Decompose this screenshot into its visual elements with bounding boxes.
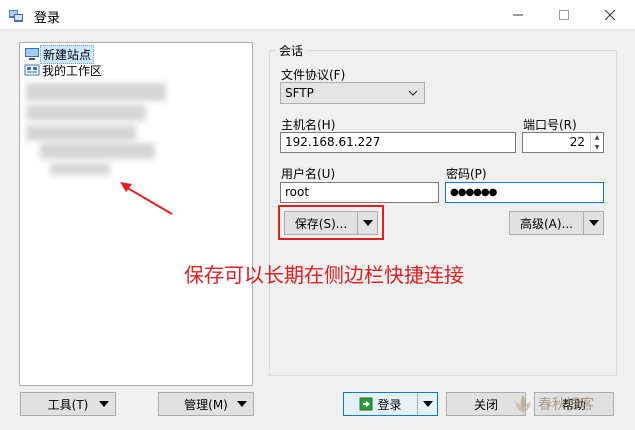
leaf-logo-icon xyxy=(515,395,531,413)
close-window-button[interactable] xyxy=(587,0,633,30)
host-value: 192.168.61.227 xyxy=(285,135,381,149)
username-input[interactable]: root xyxy=(280,182,439,203)
minimize-icon xyxy=(513,14,523,16)
annotation-text: 保存可以长期在侧边栏快捷连接 xyxy=(184,263,464,287)
login-icon xyxy=(359,397,373,411)
computer-icon xyxy=(25,48,39,60)
winscp-app-icon xyxy=(9,10,23,22)
user-label: 用户名(U) xyxy=(281,167,336,181)
blurred-entry xyxy=(50,163,110,175)
minimize-button[interactable] xyxy=(495,0,541,30)
tools-button[interactable]: 工具(T) xyxy=(20,392,116,416)
watermark-text: 春秋博客 xyxy=(538,397,594,413)
tree-item-new-site[interactable]: 新建站点 xyxy=(24,44,95,64)
protocol-select[interactable]: SFTP xyxy=(280,82,425,104)
port-spinner[interactable]: ▲ ▼ xyxy=(590,133,603,153)
spin-down-icon[interactable]: ▼ xyxy=(591,143,603,153)
maximize-button[interactable] xyxy=(541,0,587,30)
tree-item-workspace[interactable]: 我的工作区 xyxy=(24,62,104,78)
username-value: root xyxy=(285,185,310,199)
password-label: 密码(P) xyxy=(446,167,487,181)
password-value: ●●●●●● xyxy=(450,187,497,198)
host-input[interactable]: 192.168.61.227 xyxy=(280,132,516,153)
password-input[interactable]: ●●●●●● xyxy=(445,182,604,203)
annotation-arrow-icon xyxy=(120,182,173,215)
host-label: 主机名(H) xyxy=(281,118,336,132)
dropdown-arrow-icon xyxy=(99,401,109,407)
port-value: 22 xyxy=(569,135,585,149)
protocol-value: SFTP xyxy=(285,86,314,100)
session-legend: 会话 xyxy=(276,42,307,59)
site-tree[interactable]: 新建站点 我的工作区 xyxy=(19,42,253,386)
spin-up-icon[interactable]: ▲ xyxy=(591,133,603,143)
port-input[interactable]: 22 ▲ ▼ xyxy=(522,132,604,153)
login-dropdown[interactable] xyxy=(417,393,437,415)
advanced-button[interactable]: 高级(A)... xyxy=(509,211,604,235)
close-icon xyxy=(605,10,615,20)
dropdown-arrow-icon xyxy=(588,220,599,226)
manage-button[interactable]: 管理(M) xyxy=(158,392,254,416)
title-bar: 登录 xyxy=(0,0,635,30)
advanced-button-label: 高级(A)... xyxy=(519,216,574,231)
blurred-entry xyxy=(26,125,136,141)
maximize-icon xyxy=(559,10,569,20)
login-button[interactable]: 登录 xyxy=(343,392,438,416)
watermark: 春秋博客 xyxy=(512,393,594,415)
workspace-icon xyxy=(24,64,40,76)
protocol-label: 文件协议(F) xyxy=(281,68,346,82)
port-label: 端口号(R) xyxy=(523,118,577,132)
chevron-down-icon xyxy=(408,90,418,96)
tree-item-label: 我的工作区 xyxy=(42,63,103,78)
highlight-box xyxy=(278,205,384,240)
blurred-entry xyxy=(40,143,155,159)
window-title: 登录 xyxy=(34,11,61,26)
blurred-entry xyxy=(26,83,166,101)
advanced-dropdown[interactable] xyxy=(583,212,603,234)
login-button-label: 登录 xyxy=(377,397,402,412)
dropdown-arrow-icon xyxy=(237,401,247,407)
dropdown-arrow-icon xyxy=(422,401,433,407)
blurred-entry xyxy=(26,105,146,121)
